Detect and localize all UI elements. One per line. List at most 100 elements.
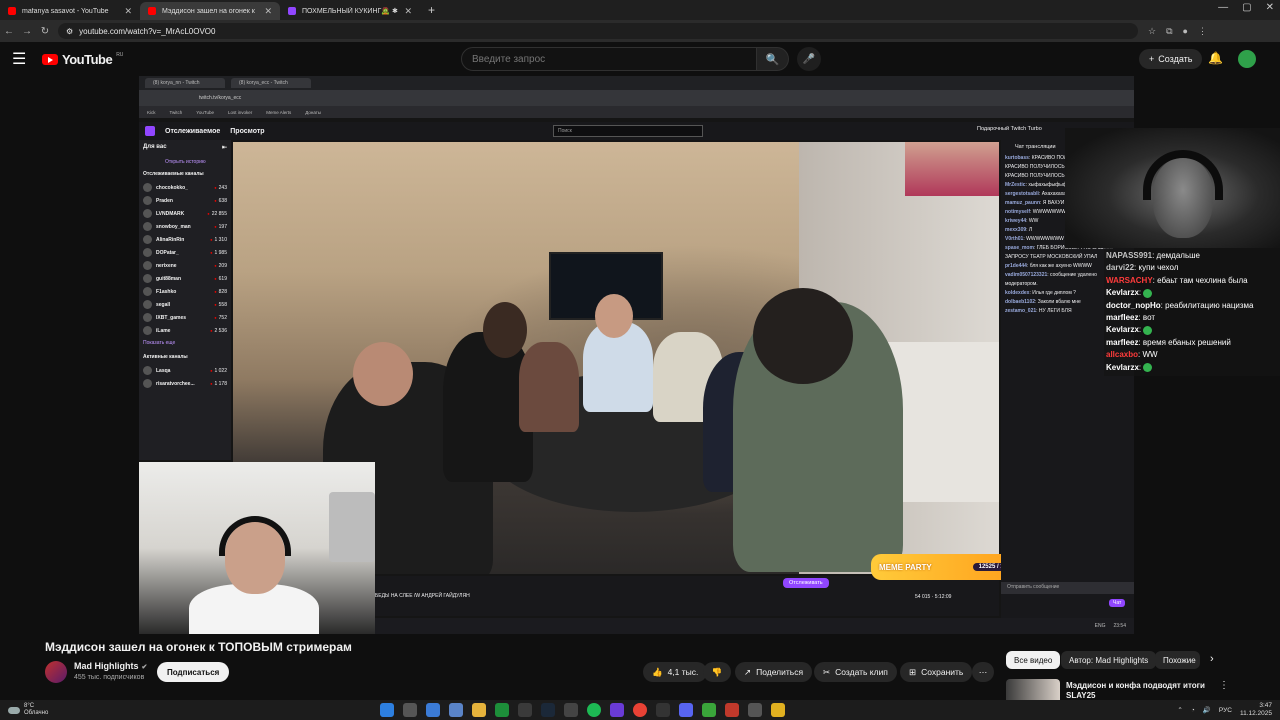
- channel-avatar[interactable]: [45, 661, 67, 683]
- chat-username: pr1de444: [1005, 263, 1027, 269]
- hamburger-menu-icon[interactable]: ☰: [12, 49, 32, 69]
- close-icon[interactable]: ✕: [124, 6, 132, 17]
- extensions-icon[interactable]: ⧉: [1166, 26, 1172, 37]
- more-actions-button[interactable]: ⋯: [972, 662, 994, 682]
- stream-info-bar: БЕДЫ НА СЛЕЕ /W АНДРЕЙ ГАЙДУЛЯН Отслежив…: [375, 576, 999, 616]
- clock[interactable]: 3:47 11.12.2025: [1240, 702, 1272, 718]
- volume-icon[interactable]: 🔊: [1203, 706, 1211, 714]
- widgets-icon[interactable]: [449, 703, 463, 717]
- overlay-chat-username: marfleez: [1106, 337, 1139, 347]
- tab-title: Мэддисон зашел на огонек к: [162, 7, 255, 15]
- sidebar-channel-name: F1ashko: [156, 288, 177, 295]
- taskbar-apps: [380, 703, 785, 717]
- emote-icon: [1143, 325, 1153, 335]
- sidebar-channel: segall 558: [143, 298, 227, 311]
- wifi-icon[interactable]: ◔: [1191, 707, 1195, 714]
- like-button[interactable]: 👍 4,1 тыс.: [643, 662, 708, 682]
- subscribe-button[interactable]: Подписаться: [157, 662, 230, 682]
- search-taskbar-icon[interactable]: [403, 703, 417, 717]
- calculator-icon[interactable]: [518, 703, 532, 717]
- more-dots-icon: ⋯: [978, 666, 988, 677]
- create-button[interactable]: + Создать: [1139, 49, 1203, 69]
- browser-tab[interactable]: mafanya sasavot - YouTube ✕: [0, 2, 140, 20]
- forward-icon[interactable]: →: [18, 26, 36, 37]
- extensions-bar: ☆ ⧉ ● ⋮: [1148, 26, 1207, 37]
- weather-temp: 8°C: [24, 703, 35, 709]
- chrome-icon[interactable]: [633, 703, 647, 717]
- language-indicator[interactable]: РУС: [1219, 707, 1232, 714]
- overlay-chat-text: ебаьт там чехлина была: [1157, 275, 1248, 285]
- chevron-right-icon[interactable]: ›: [1210, 653, 1214, 665]
- clip-button[interactable]: ✂ Создать клип: [814, 662, 897, 682]
- overlay-chat-message: darvi22: купи чехол: [1106, 263, 1179, 273]
- task-view-icon[interactable]: [426, 703, 440, 717]
- back-icon[interactable]: ←: [0, 26, 18, 37]
- sidebar-channel-viewers: 1 178: [210, 381, 227, 387]
- search-button[interactable]: 🔍: [757, 47, 789, 71]
- weather-widget[interactable]: 8°C Облачно: [8, 703, 48, 717]
- chat-text: Илья где диплом ?: [1032, 290, 1076, 296]
- site-info-icon[interactable]: ⚙: [66, 27, 73, 36]
- obs-icon[interactable]: [656, 703, 670, 717]
- youtube-logo[interactable]: YouTube RU: [42, 52, 123, 67]
- browser-tab-active[interactable]: Мэддисон зашел на огонек к ✕: [140, 2, 280, 20]
- twitch-follow-button: Отслеживать: [783, 578, 829, 588]
- stream-browser-tabs: (8) koryа_nn - Twitch (8) koryа_ecc - Tw…: [139, 76, 1134, 90]
- window-controls: — ▢ ✕: [1218, 2, 1274, 13]
- app-icon[interactable]: [771, 703, 785, 717]
- more-vert-icon[interactable]: ⋮: [1219, 680, 1229, 691]
- search-input[interactable]: [461, 47, 757, 71]
- sidebar-channel: IXBT_games 752: [143, 311, 227, 324]
- bookmark-star-icon[interactable]: ☆: [1148, 26, 1156, 37]
- minimize-icon[interactable]: —: [1218, 2, 1228, 13]
- browser-tab[interactable]: ПОХМЕЛЬНЫЙ КУКИНГ🧟 ✱ ✕: [280, 2, 420, 20]
- channel-name[interactable]: Mad Highlights ✔: [74, 661, 147, 671]
- profile-icon[interactable]: ●: [1183, 26, 1188, 37]
- url-field[interactable]: ⚙ youtube.com/watch?v=_MrAcL0OVO0: [58, 23, 1138, 39]
- voice-search-button[interactable]: 🎤: [797, 47, 821, 71]
- store-icon[interactable]: [495, 703, 509, 717]
- new-tab-button[interactable]: +: [420, 3, 443, 17]
- active-section-title: Активные каналы: [143, 354, 188, 360]
- app-icon[interactable]: [564, 703, 578, 717]
- chat-username: notimyself: [1005, 209, 1031, 215]
- close-icon[interactable]: ✕: [264, 6, 272, 17]
- dislike-button[interactable]: 👎: [703, 662, 731, 682]
- chip-similar[interactable]: Похожие: [1155, 651, 1200, 669]
- overlay-chat-username: Kevlarzx: [1106, 362, 1139, 372]
- terminal-icon[interactable]: [748, 703, 762, 717]
- stream-browser-tab: (8) koryа_ecc - Twitch: [231, 78, 311, 88]
- youtube-play-icon: [42, 53, 58, 65]
- app-icon[interactable]: [610, 703, 624, 717]
- save-button[interactable]: ⊞ Сохранить: [900, 662, 973, 682]
- menu-dots-icon[interactable]: ⋮: [1198, 26, 1207, 37]
- share-button[interactable]: ↗ Поделиться: [735, 662, 813, 682]
- app-icon[interactable]: [725, 703, 739, 717]
- tray-chevron-icon[interactable]: ⌃: [1177, 706, 1182, 714]
- chat-text: WWWWWWW: [1032, 209, 1066, 215]
- start-icon[interactable]: [380, 703, 394, 717]
- twitch-topbar: Отслеживаемое Просмотр Поиск Подарочный …: [139, 122, 1134, 140]
- user-avatar[interactable]: [1238, 50, 1256, 68]
- reload-icon[interactable]: ↻: [36, 26, 54, 37]
- chat-username: zestamo_021: [1005, 308, 1037, 314]
- close-window-icon[interactable]: ✕: [1266, 2, 1274, 13]
- close-icon[interactable]: ✕: [404, 6, 412, 17]
- spotify-icon[interactable]: [587, 703, 601, 717]
- chip-all-videos[interactable]: Все видео: [1006, 651, 1061, 669]
- channel-avatar-icon: [143, 379, 152, 388]
- recommended-title[interactable]: Мэддисон и конфа подводят итоги SLAY25: [1066, 681, 1216, 701]
- minecraft-icon[interactable]: [702, 703, 716, 717]
- overlay-chat-message: NAPASS991: демдальше: [1106, 251, 1200, 260]
- url-text: youtube.com/watch?v=_MrAcL0OVO0: [79, 26, 216, 36]
- overlay-chat-message: Kevlarzx:: [1106, 362, 1278, 374]
- scissors-icon: ✂: [823, 666, 831, 677]
- notifications-bell-icon[interactable]: 🔔: [1208, 51, 1223, 65]
- maximize-icon[interactable]: ▢: [1242, 2, 1251, 13]
- region-label: RU: [116, 52, 124, 58]
- channel-avatar-icon: [143, 313, 152, 322]
- steam-icon[interactable]: [541, 703, 555, 717]
- chip-author[interactable]: Автор: Mad Highlights: [1061, 651, 1157, 669]
- file-explorer-icon[interactable]: [472, 703, 486, 717]
- discord-icon[interactable]: [679, 703, 693, 717]
